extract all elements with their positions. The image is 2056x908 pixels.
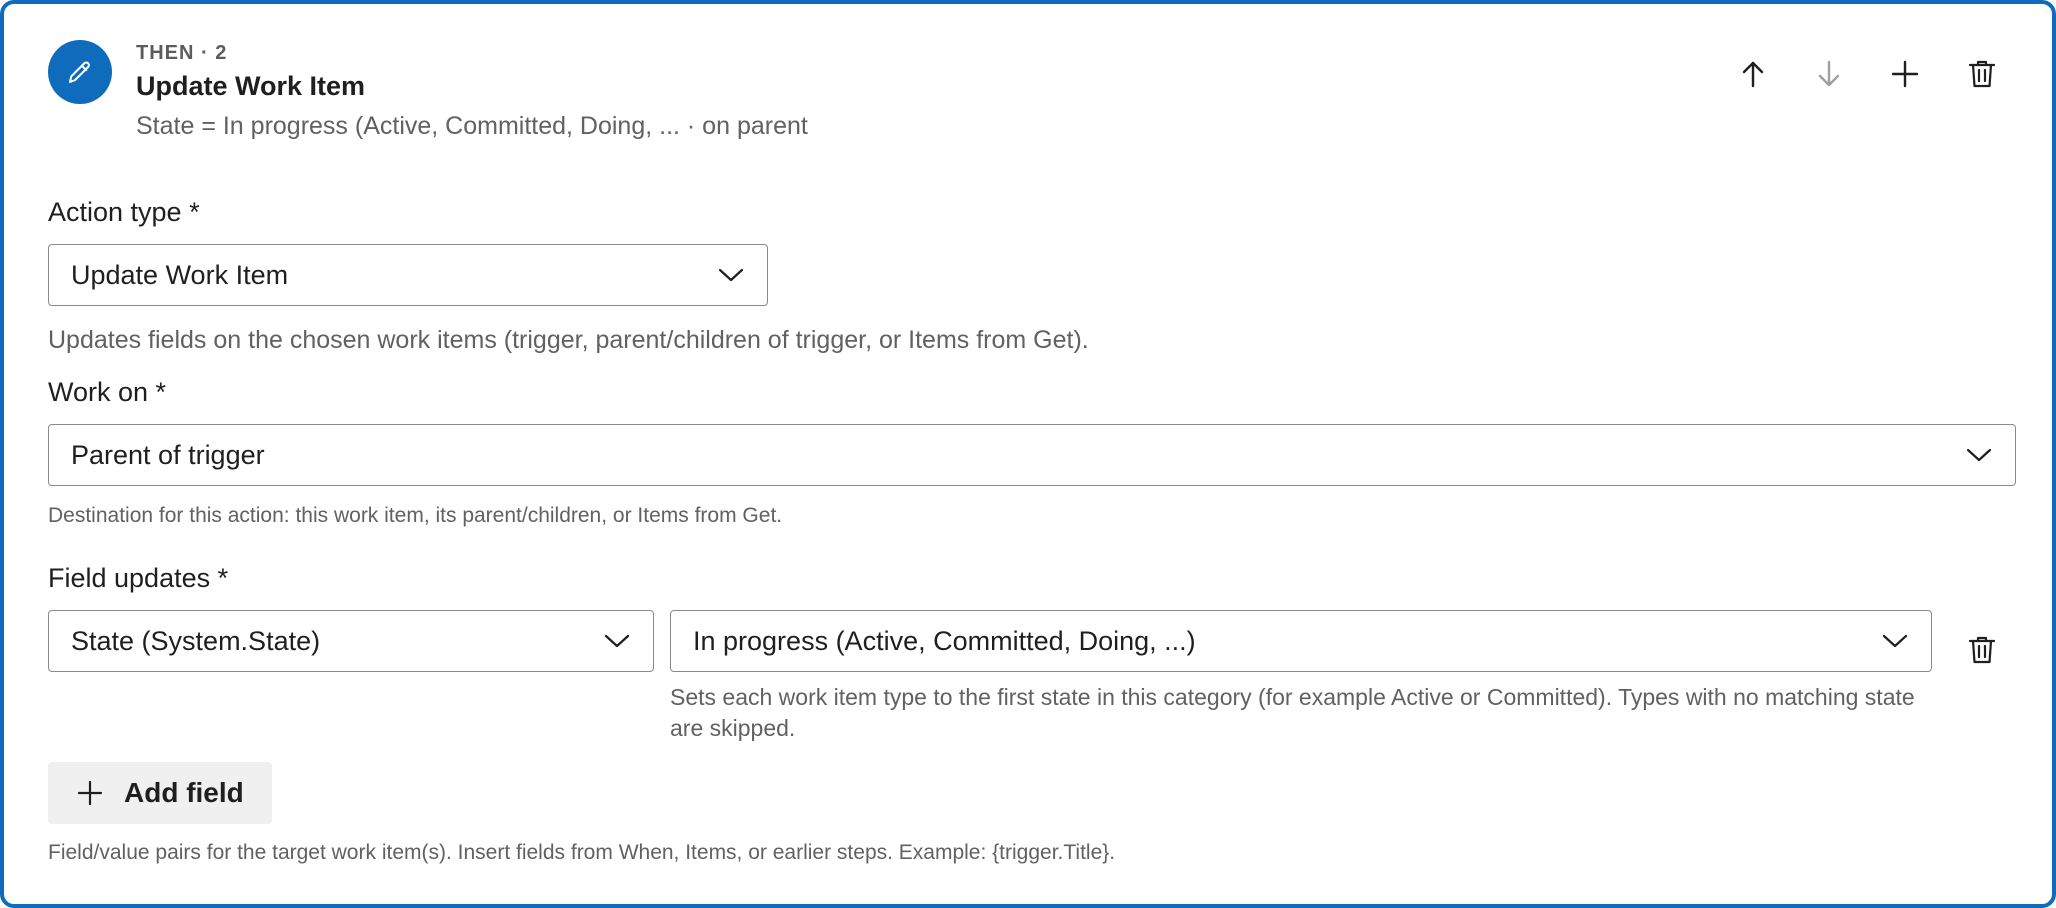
work-on-select[interactable]: Parent of trigger — [48, 424, 2016, 486]
chevron-down-icon — [1882, 634, 1908, 648]
plus-icon — [77, 780, 103, 806]
field-value-select[interactable]: In progress (Active, Committed, Doing, .… — [670, 610, 1932, 672]
trash-icon — [1968, 60, 1996, 88]
field-value-text: In progress (Active, Committed, Doing, .… — [693, 625, 1196, 656]
plus-icon — [1891, 60, 1919, 88]
work-on-label: Work on * — [48, 377, 167, 407]
trash-icon — [1968, 636, 1996, 664]
edit-step-icon — [48, 40, 112, 104]
chevron-down-icon — [1966, 448, 1992, 462]
arrow-down-icon — [1818, 60, 1840, 87]
step-summary: State = In progress (Active, Committed, … — [136, 112, 808, 140]
action-type-select[interactable]: Update Work Item — [48, 244, 768, 306]
action-type-value: Update Work Item — [71, 259, 289, 290]
chevron-down-icon — [604, 634, 630, 648]
action-type-label: Action type * — [48, 197, 200, 227]
chevron-down-icon — [718, 268, 744, 282]
step-title: Update Work Item — [136, 71, 366, 101]
work-on-helper: Destination for this action: this work i… — [48, 504, 783, 527]
add-field-label: Add field — [124, 777, 244, 808]
action-type-helper: Updates fields on the chosen work items … — [48, 326, 1089, 354]
delete-step-button[interactable] — [1960, 52, 2004, 96]
add-step-button[interactable] — [1883, 52, 1927, 96]
arrow-up-icon — [1742, 61, 1764, 88]
action-step-card: THEN · 2 Update Work Item State = In pro… — [0, 0, 2056, 908]
step-eyebrow: THEN · 2 — [136, 42, 228, 64]
move-down-button[interactable] — [1807, 52, 1851, 96]
work-on-value: Parent of trigger — [71, 439, 265, 470]
field-value-helper: Sets each work item type to the first st… — [670, 684, 1915, 741]
field-select-value: State (System.State) — [71, 625, 321, 656]
field-updates-label: Field updates * — [48, 563, 229, 593]
add-field-button[interactable]: Add field — [48, 762, 272, 824]
field-select[interactable]: State (System.State) — [48, 610, 654, 672]
move-up-button[interactable] — [1731, 52, 1775, 96]
delete-field-row-button[interactable] — [1960, 628, 2004, 672]
field-updates-helper: Field/value pairs for the target work it… — [48, 841, 1116, 864]
